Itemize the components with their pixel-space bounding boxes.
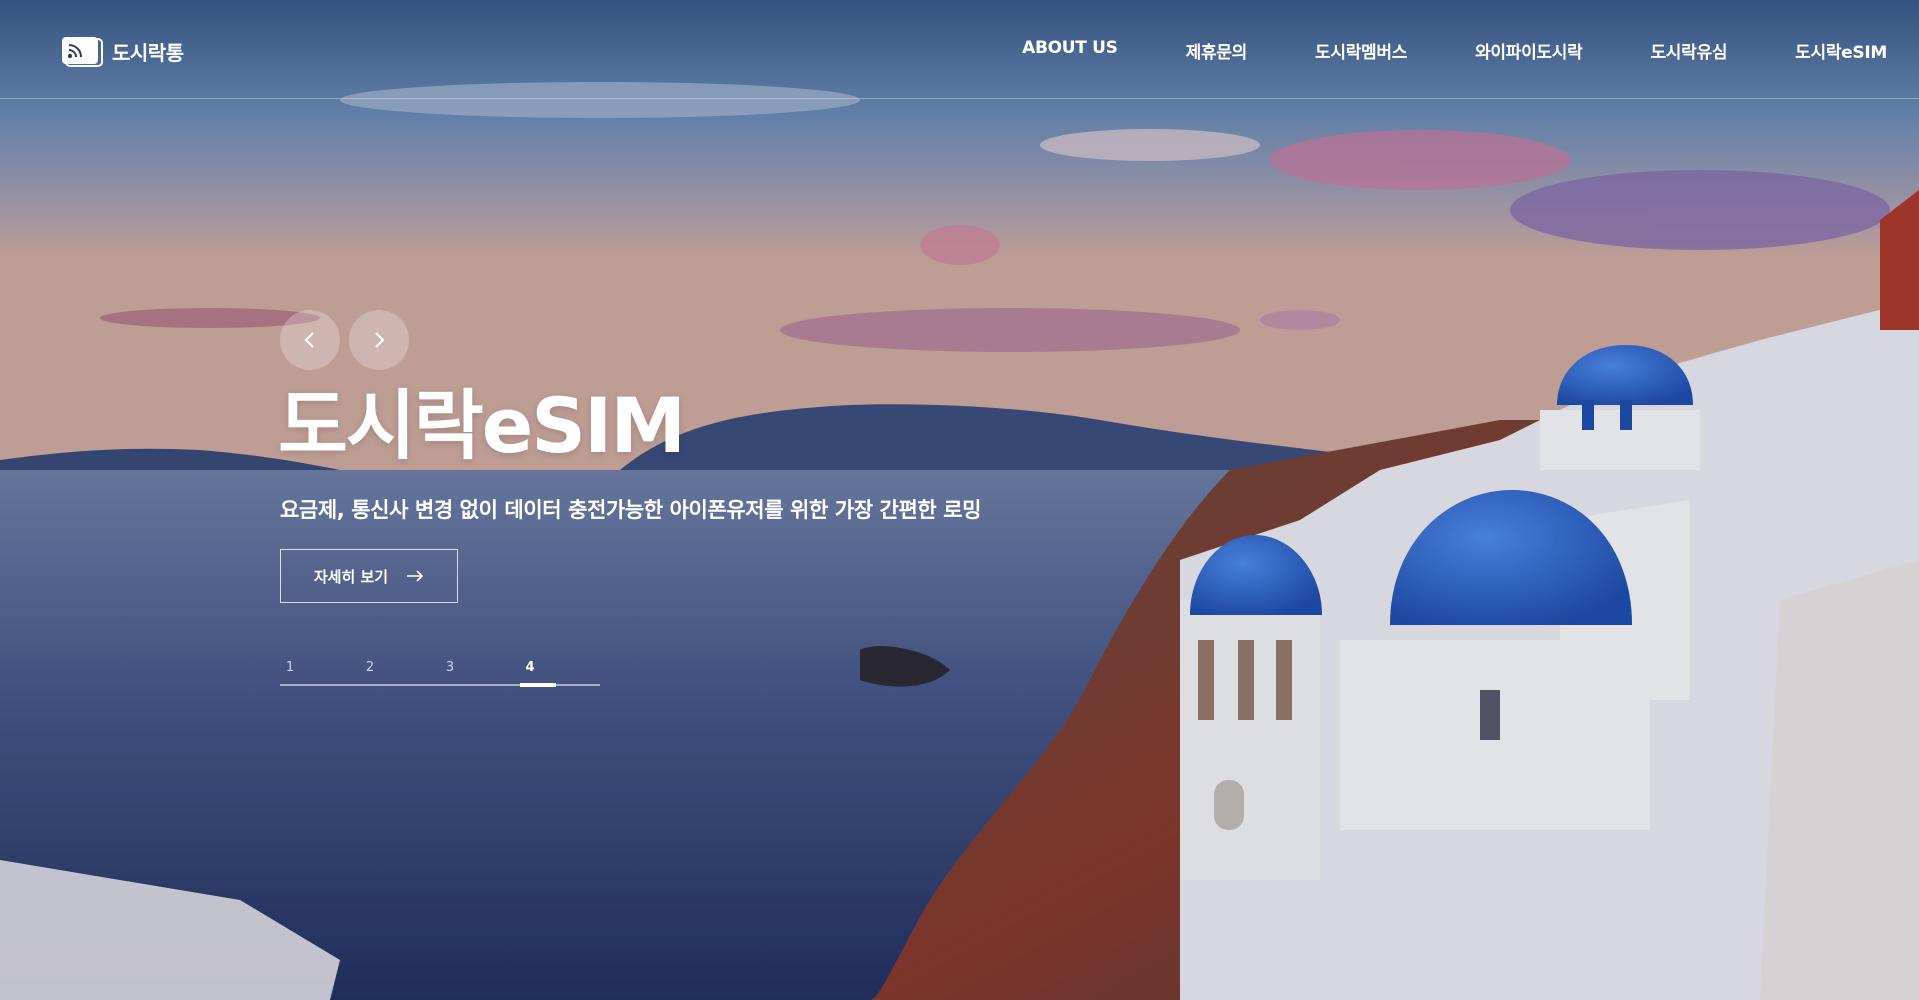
pager-item-2[interactable]: 2 [352,660,388,675]
details-button[interactable]: 자세히 보기 [280,549,458,603]
pager-active-indicator [520,683,556,687]
nav-item-about-us[interactable]: ABOUT US [1022,38,1118,63]
pager-item-4[interactable]: 4 [512,660,548,675]
slide-pager: 1 2 3 4 [280,660,600,687]
nav-item-partnership[interactable]: 제휴문의 [1186,38,1248,63]
brand-logo[interactable]: 도시락통 [61,35,184,67]
slide-prev-button[interactable] [280,310,340,370]
hero-title: 도시락eSIM [278,381,686,470]
wifi-router-icon [62,37,103,67]
arrow-right-icon [407,570,424,582]
pager-item-1[interactable]: 1 [272,660,308,675]
nav-item-members[interactable]: 도시락멤버스 [1315,38,1407,63]
pager-item-3[interactable]: 3 [432,660,468,675]
nav-item-wifi-dosirak[interactable]: 와이파이도시락 [1475,38,1583,63]
details-button-label: 자세히 보기 [313,567,389,586]
nav-item-dosirak-esim[interactable]: 도시락eSIM [1795,38,1887,63]
chevron-left-icon [304,332,314,348]
main-nav: ABOUT US 제휴문의 도시락멤버스 와이파이도시락 도시락유심 도시락eS… [1022,38,1887,63]
slide-next-button[interactable] [349,310,409,370]
brand-name: 도시락통 [112,40,184,65]
nav-item-dosirak-usim[interactable]: 도시락유심 [1650,38,1727,63]
chevron-right-icon [375,332,385,348]
hero-subtitle: 요금제, 통신사 변경 없이 데이터 충전가능한 아이폰유저를 위한 가장 간편… [280,498,982,522]
site-header: 도시락통 ABOUT US 제휴문의 도시락멤버스 와이파이도시락 도시락유심 … [0,0,1919,99]
